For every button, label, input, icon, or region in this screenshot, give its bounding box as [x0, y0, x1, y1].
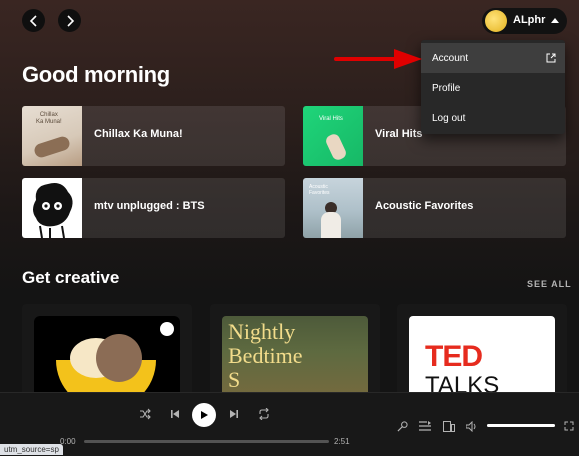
user-dropdown-menu: Account Profile Log out: [421, 40, 565, 134]
fullscreen-icon: [564, 421, 574, 431]
card-sleep-podcast[interactable]: [22, 304, 192, 399]
menu-item-label: Profile: [432, 83, 461, 94]
forward-button[interactable]: [58, 9, 81, 32]
ted-logo: TED: [425, 340, 483, 373]
cover-line: S: [228, 367, 241, 392]
cover-acoustic-favorites: Acoustic Favorites: [303, 178, 363, 238]
play-button[interactable]: [192, 403, 216, 427]
avatar: [485, 10, 507, 32]
back-button[interactable]: [22, 9, 45, 32]
microphone-icon: [396, 420, 408, 432]
shortcut-label: Viral Hits: [375, 128, 423, 140]
menu-item-log-out[interactable]: Log out: [421, 103, 565, 133]
volume-slider[interactable]: [487, 424, 555, 427]
cover-text: Acoustic Favorites: [309, 184, 330, 196]
shuffle-icon: [140, 408, 151, 420]
menu-item-label: Account: [432, 53, 469, 64]
card-ted-talks[interactable]: TED TALKS: [397, 304, 567, 399]
connect-device-button[interactable]: [442, 419, 456, 433]
section-title: Get creative: [22, 268, 120, 287]
shortcut-mtv-unplugged[interactable]: mtv unplugged : BTS: [22, 178, 285, 238]
cover-figure: [32, 134, 72, 160]
cover-line: Nightly: [228, 319, 296, 344]
duration-time: 2:51: [334, 437, 350, 446]
queue-icon: [419, 420, 431, 431]
mute-button[interactable]: [465, 419, 479, 433]
cover-chillax: Chillax Ka Muna!: [22, 106, 82, 166]
shortcut-label: Acoustic Favorites: [375, 200, 474, 212]
cover-hand: [324, 132, 348, 162]
user-menu-button[interactable]: ALphr: [482, 8, 567, 34]
shortcut-acoustic-favorites[interactable]: Acoustic Favorites Acoustic Favorites: [303, 178, 566, 238]
external-link-icon: [546, 53, 556, 63]
annotation-arrow: [334, 49, 422, 69]
cover-mtv-unplugged: [22, 178, 82, 238]
queue-button[interactable]: [418, 419, 432, 433]
cover-illustration: [33, 183, 73, 238]
skip-back-icon: [171, 410, 179, 418]
cover-title: Nightly Bedtime S: [228, 320, 303, 392]
repeat-button[interactable]: [257, 407, 271, 421]
shortcut-chillax[interactable]: Chillax Ka Muna! Chillax Ka Muna!: [22, 106, 285, 166]
cover-figure-body: [321, 212, 341, 238]
menu-item-profile[interactable]: Profile: [421, 73, 565, 103]
cover-viral-hits: Viral Hits: [303, 106, 363, 166]
fullscreen-button[interactable]: [562, 419, 576, 433]
browser-status-bar: utm_source=sp: [0, 444, 63, 455]
cover-line: Bedtime: [228, 343, 303, 368]
card-nightly-bedtime[interactable]: Nightly Bedtime S: [210, 304, 380, 399]
repeat-icon: [259, 408, 269, 420]
chevron-right-icon: [66, 14, 74, 27]
play-icon: [201, 411, 208, 419]
podcast-icon: [160, 322, 174, 336]
next-button[interactable]: [227, 407, 241, 421]
caret-up-icon: [551, 18, 559, 23]
menu-item-label: Log out: [432, 113, 466, 124]
chevron-left-icon: [29, 14, 37, 27]
cover-sleep-podcast: [34, 316, 180, 399]
cover-blanket: [96, 334, 142, 382]
volume-icon: [466, 420, 476, 432]
cover-text: Viral Hits: [319, 116, 343, 122]
shortcut-label: mtv unplugged : BTS: [94, 200, 205, 212]
previous-button[interactable]: [168, 407, 182, 421]
cover-nightly-bedtime: Nightly Bedtime S: [222, 316, 368, 399]
progress-bar[interactable]: [84, 440, 329, 443]
skip-forward-icon: [230, 410, 238, 418]
devices-icon: [443, 420, 455, 432]
see-all-link[interactable]: SEE ALL: [527, 279, 572, 289]
lyrics-button[interactable]: [395, 419, 409, 433]
shuffle-button[interactable]: [138, 407, 152, 421]
volume-fill: [487, 424, 555, 427]
player-bar: 0:00 2:51: [0, 392, 579, 456]
cover-ted-talks: TED TALKS: [409, 316, 555, 399]
cover-text: Chillax Ka Muna!: [36, 112, 62, 125]
page-title: Good morning: [22, 62, 170, 87]
user-name: ALphr: [513, 14, 546, 26]
shortcut-label: Chillax Ka Muna!: [94, 128, 183, 140]
menu-item-account[interactable]: Account: [421, 43, 565, 73]
